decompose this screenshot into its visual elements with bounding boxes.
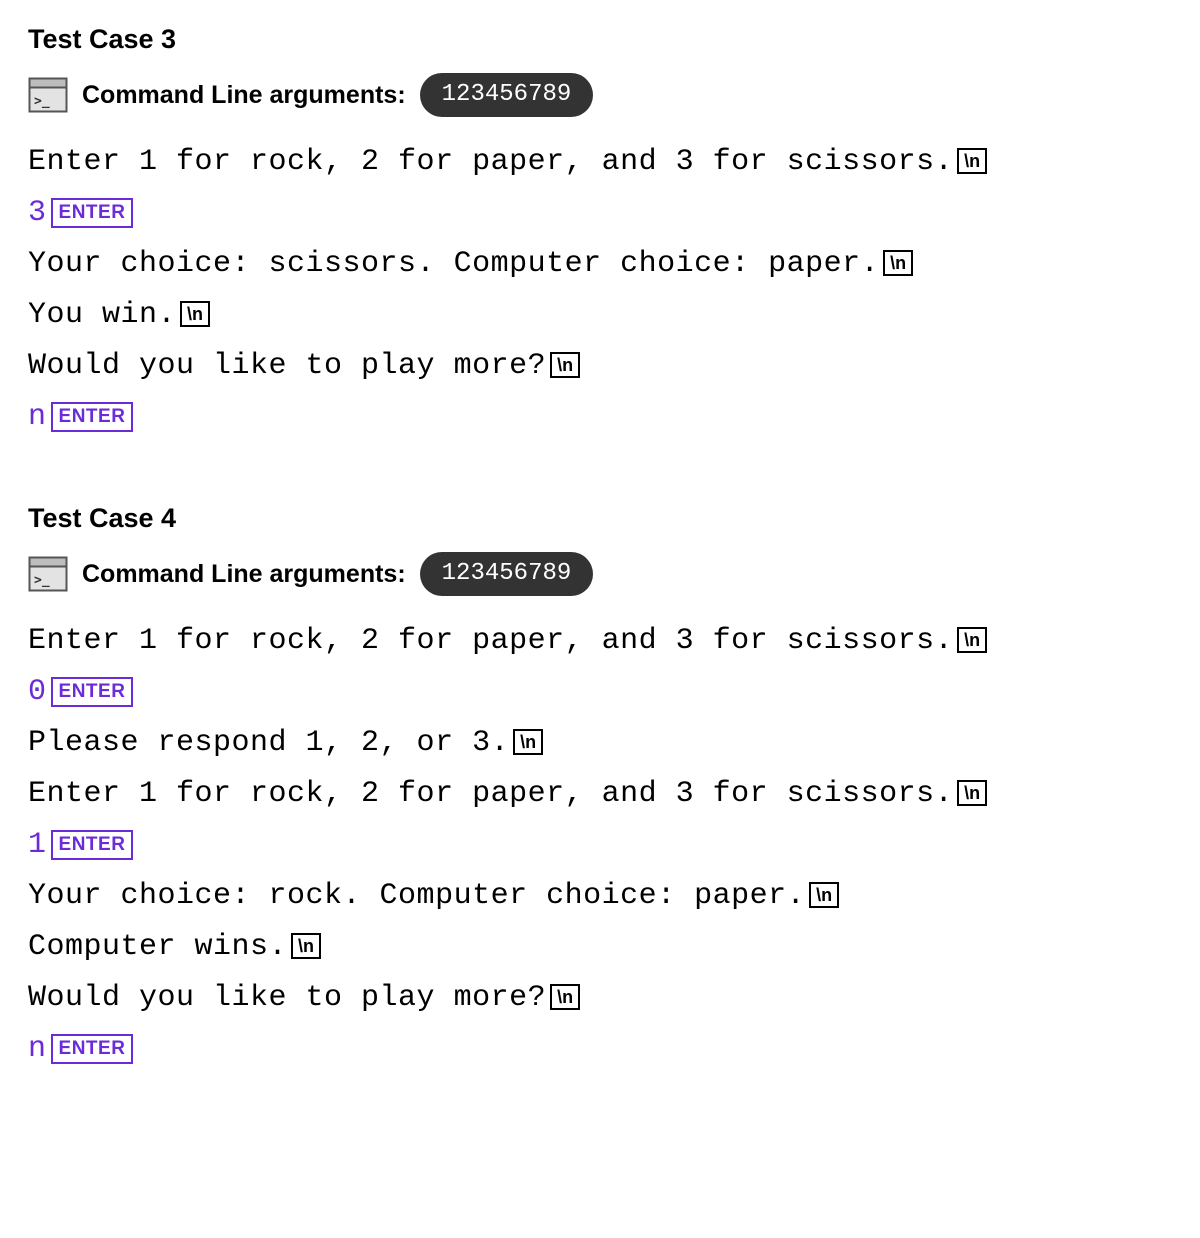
command-line-argument-pill: 123456789 — [420, 552, 594, 596]
newline-badge: \n — [180, 301, 210, 327]
newline-badge: \n — [883, 250, 913, 276]
svg-text:>_: >_ — [34, 573, 50, 588]
user-input-text: n — [28, 400, 47, 434]
program-output-text: Your choice: rock. Computer choice: pape… — [28, 879, 805, 913]
console-input-line: nENTER — [28, 1024, 1172, 1075]
newline-badge: \n — [550, 352, 580, 378]
console-output-line: Would you like to play more?\n — [28, 973, 1172, 1024]
user-input-text: 3 — [28, 196, 47, 230]
console-output: Enter 1 for rock, 2 for paper, and 3 for… — [28, 616, 1172, 1075]
program-output-text: Please respond 1, 2, or 3. — [28, 726, 509, 760]
console-output: Enter 1 for rock, 2 for paper, and 3 for… — [28, 137, 1172, 443]
console-output-line: Would you like to play more?\n — [28, 341, 1172, 392]
test-case-title: Test Case 4 — [28, 503, 1172, 534]
program-output-text: Computer wins. — [28, 930, 287, 964]
newline-badge: \n — [550, 984, 580, 1010]
console-output-line: Enter 1 for rock, 2 for paper, and 3 for… — [28, 137, 1172, 188]
enter-badge: ENTER — [51, 1034, 134, 1064]
program-output-text: Would you like to play more? — [28, 981, 546, 1015]
terminal-icon: >_ — [28, 556, 68, 592]
enter-badge: ENTER — [51, 830, 134, 860]
program-output-text: Your choice: scissors. Computer choice: … — [28, 247, 879, 281]
console-input-line: 0ENTER — [28, 667, 1172, 718]
newline-badge: \n — [513, 729, 543, 755]
user-input-text: n — [28, 1032, 47, 1066]
command-line-row: >_ Command Line arguments: 123456789 — [28, 73, 1172, 117]
test-case: Test Case 4 >_ Command Line arguments: 12… — [28, 503, 1172, 1075]
console-output-line: Please respond 1, 2, or 3.\n — [28, 718, 1172, 769]
svg-text:>_: >_ — [34, 94, 50, 109]
console-output-line: Enter 1 for rock, 2 for paper, and 3 for… — [28, 616, 1172, 667]
test-case: Test Case 3 >_ Command Line arguments: 12… — [28, 24, 1172, 443]
newline-badge: \n — [957, 148, 987, 174]
console-input-line: 3ENTER — [28, 188, 1172, 239]
program-output-text: You win. — [28, 298, 176, 332]
console-output-line: Your choice: scissors. Computer choice: … — [28, 239, 1172, 290]
program-output-text: Enter 1 for rock, 2 for paper, and 3 for… — [28, 777, 953, 811]
program-output-text: Enter 1 for rock, 2 for paper, and 3 for… — [28, 145, 953, 179]
newline-badge: \n — [957, 780, 987, 806]
enter-badge: ENTER — [51, 677, 134, 707]
newline-badge: \n — [957, 627, 987, 653]
console-output-line: Enter 1 for rock, 2 for paper, and 3 for… — [28, 769, 1172, 820]
command-line-label: Command Line arguments: — [82, 81, 406, 110]
console-output-line: Computer wins.\n — [28, 922, 1172, 973]
program-output-text: Enter 1 for rock, 2 for paper, and 3 for… — [28, 624, 953, 658]
user-input-text: 1 — [28, 828, 47, 862]
program-output-text: Would you like to play more? — [28, 349, 546, 383]
newline-badge: \n — [291, 933, 321, 959]
console-output-line: You win.\n — [28, 290, 1172, 341]
command-line-label: Command Line arguments: — [82, 560, 406, 589]
console-input-line: nENTER — [28, 392, 1172, 443]
console-output-line: Your choice: rock. Computer choice: pape… — [28, 871, 1172, 922]
enter-badge: ENTER — [51, 198, 134, 228]
command-line-argument-pill: 123456789 — [420, 73, 594, 117]
enter-badge: ENTER — [51, 402, 134, 432]
terminal-icon: >_ — [28, 77, 68, 113]
newline-badge: \n — [809, 882, 839, 908]
command-line-row: >_ Command Line arguments: 123456789 — [28, 552, 1172, 596]
console-input-line: 1ENTER — [28, 820, 1172, 871]
test-case-title: Test Case 3 — [28, 24, 1172, 55]
user-input-text: 0 — [28, 675, 47, 709]
